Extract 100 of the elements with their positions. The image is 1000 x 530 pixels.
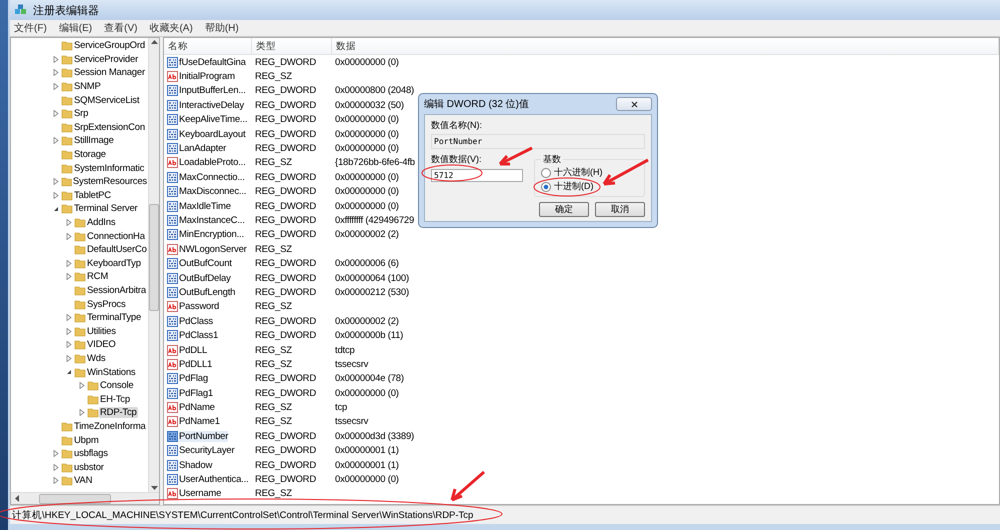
tree-item[interactable]: WinStations (86, 366, 136, 378)
value-name[interactable]: MaxConnectio... (179, 172, 245, 183)
tree-item[interactable]: SystemInformatic (73, 162, 146, 174)
value-name[interactable]: OutBufLength (179, 286, 236, 298)
radio-label[interactable]: 十进制(D) (554, 180, 594, 193)
tree-item[interactable]: Console (99, 380, 134, 392)
column-header[interactable]: 数据 (332, 38, 999, 55)
close-button[interactable] (616, 97, 652, 111)
value-name[interactable]: SecurityLayer (179, 445, 234, 456)
tree-item[interactable]: KeyboardTyp (86, 258, 142, 269)
tree-item[interactable]: ServiceProvider (73, 54, 140, 65)
expand-arrow-icon[interactable] (53, 137, 59, 144)
value-name[interactable]: MaxIdleTime (179, 200, 231, 212)
expand-arrow-icon[interactable] (79, 409, 85, 416)
value-name[interactable]: PdClass1 (179, 330, 218, 342)
horizontal-scrollbar[interactable] (11, 492, 159, 504)
value-name[interactable]: UserAuthentica... (179, 474, 248, 486)
menu-item[interactable]: 收藏夹(A) (149, 21, 193, 35)
tree-item[interactable]: SrpExtensionCon (73, 122, 146, 133)
value-name[interactable]: Password (179, 301, 220, 312)
value-name[interactable]: PortNumber (179, 430, 228, 442)
value-name[interactable]: PdName1 (179, 416, 220, 428)
column-header[interactable]: 类型 (252, 38, 332, 55)
value-name[interactable]: InitialProgram (179, 71, 235, 82)
value-name[interactable]: NWLogonServer (179, 244, 247, 255)
tree-item[interactable]: Ubpm (73, 434, 100, 446)
tree-item[interactable]: Storage (73, 149, 107, 160)
column-header[interactable]: 名称 (164, 38, 252, 55)
menu-item[interactable]: 文件(F) (14, 21, 47, 35)
scroll-up-icon[interactable] (150, 40, 158, 44)
value-data: 0x00000002 (2) (335, 316, 399, 327)
value-name[interactable]: PdDLL1 (179, 358, 212, 370)
tree-item[interactable]: Wds (86, 352, 106, 364)
value-name[interactable]: PdFlag (179, 373, 208, 384)
collapse-arrow-icon[interactable] (53, 206, 59, 212)
value-data: 0x00000002 (2) (335, 229, 399, 240)
value-type: REG_DWORD (255, 100, 316, 111)
expand-arrow-icon[interactable] (79, 382, 85, 390)
menu-item[interactable]: 编辑(E) (58, 21, 92, 35)
tree-item[interactable]: VIDEO (86, 339, 117, 350)
tree-item[interactable]: AddIns (86, 217, 116, 228)
value-name[interactable]: PdDLL (179, 344, 208, 356)
value-name[interactable]: MinEncryption... (179, 229, 244, 240)
tree-item[interactable]: StillImage (73, 135, 115, 146)
value-name[interactable]: PdName (179, 402, 215, 414)
tree-item[interactable]: usbflags (73, 448, 109, 460)
folder-icon (74, 326, 86, 337)
value-name[interactable]: fUseDefaultGina (179, 56, 246, 68)
value-name[interactable]: LanAdapter (179, 143, 226, 154)
tree-item[interactable]: TerminalType (86, 312, 142, 324)
radio-button[interactable] (541, 168, 551, 178)
value-data: tcp (335, 402, 348, 414)
value-name[interactable]: OutBufCount (179, 258, 232, 270)
tree-item[interactable]: RDP-Tcp (99, 407, 138, 418)
value-name[interactable]: Username (179, 488, 222, 500)
tree-item[interactable]: Utilities (86, 326, 117, 337)
tree-item[interactable]: TabletPC (73, 190, 112, 201)
value-name[interactable]: PdClass (179, 316, 213, 327)
tree-item[interactable]: ConnectionHa (86, 230, 146, 242)
scroll-thumb[interactable] (39, 494, 111, 504)
scroll-down-icon[interactable] (150, 486, 158, 490)
value-data-field[interactable]: 5712 (431, 169, 523, 182)
tree-item[interactable]: VAN (73, 475, 94, 486)
value-name[interactable]: MaxInstanceC... (179, 214, 245, 226)
value-name[interactable]: KeyboardLayout (179, 128, 246, 140)
value-name[interactable]: MaxDisconnec... (179, 186, 246, 198)
tree-item[interactable]: Srp (73, 108, 90, 120)
collapse-arrow-icon[interactable] (66, 369, 72, 376)
tree-item[interactable]: SQMServiceList (73, 94, 140, 106)
tree-item[interactable]: TimeZoneInforma (73, 420, 147, 432)
expand-arrow-icon[interactable] (53, 110, 59, 118)
menu-item[interactable]: 帮助(H) (204, 21, 239, 35)
tree-item[interactable]: Session Manager (73, 67, 146, 78)
tree-item[interactable]: Terminal Server (73, 203, 139, 214)
scroll-left-icon[interactable] (15, 495, 19, 502)
menu-item[interactable]: 查看(V) (104, 21, 138, 35)
radio-label[interactable]: 十六进制(H) (554, 166, 602, 179)
value-name[interactable]: KeepAliveTime... (179, 114, 248, 126)
tree-item[interactable]: SNMP (73, 81, 102, 92)
tree-item[interactable]: SystemResources (72, 176, 148, 188)
radio-button[interactable] (541, 182, 551, 192)
tree-item[interactable]: ServiceGroupOrd (73, 40, 146, 52)
value-name[interactable]: Shadow (179, 460, 212, 471)
value-name[interactable]: LoadableProto... (179, 157, 246, 168)
value-name[interactable]: InputBufferLen... (179, 85, 246, 96)
tree-item[interactable]: EH-Tcp (99, 394, 131, 405)
scroll-thumb[interactable] (149, 204, 159, 311)
value-name[interactable]: PdFlag1 (179, 388, 213, 399)
value-name[interactable]: InteractiveDelay (179, 100, 244, 111)
ok-button[interactable]: 确定 (539, 202, 589, 217)
value-data: 0x00000000 (0) (335, 388, 399, 399)
value-name[interactable]: OutBufDelay (179, 272, 231, 284)
tree-item[interactable]: DefaultUserCo (86, 244, 148, 256)
tree-item[interactable]: usbstor (73, 462, 105, 473)
tree-item[interactable]: SysProcs (86, 298, 127, 310)
tree-item[interactable]: SessionArbitra (86, 284, 147, 296)
vertical-scrollbar[interactable] (148, 38, 159, 492)
cancel-button[interactable]: 取消 (595, 202, 645, 217)
tree-item[interactable]: RCM (86, 271, 110, 282)
folder-icon (74, 312, 86, 324)
